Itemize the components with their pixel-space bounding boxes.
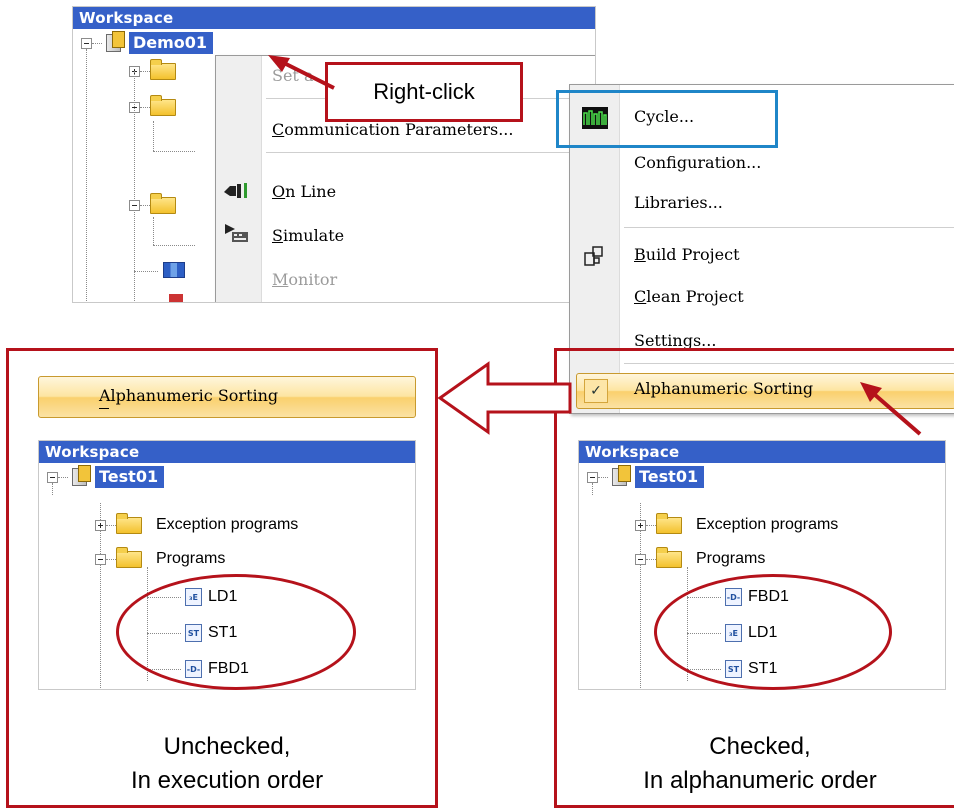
- expand-icon[interactable]: [95, 519, 106, 531]
- online-icon: [222, 180, 252, 200]
- menu-item-on-line[interactable]: On Line: [272, 182, 336, 201]
- comparison-arrow: [437, 361, 572, 435]
- folder-icon: [150, 58, 176, 80]
- menu-item-clean-project[interactable]: Clean Project: [634, 287, 744, 306]
- collapse-icon[interactable]: [635, 553, 646, 565]
- menu-item-build-project[interactable]: Build Project: [634, 245, 740, 264]
- folder-label: Exception programs: [696, 516, 839, 533]
- project-node[interactable]: Test01: [47, 465, 165, 489]
- project-name: Test01: [95, 466, 165, 488]
- project-name: Demo01: [129, 32, 214, 54]
- folder-node[interactable]: [129, 192, 176, 217]
- folder-icon: [116, 546, 142, 568]
- project-name: Test01: [635, 466, 705, 488]
- caption-line-2: In alphanumeric order: [643, 767, 877, 794]
- caption-line-1: Checked,: [709, 733, 811, 760]
- simulate-icon: [222, 222, 252, 244]
- caption-line-2: In execution order: [130, 767, 324, 794]
- folder-icon: [656, 512, 682, 534]
- checked-order-highlight: [654, 574, 892, 690]
- binding-icon: [163, 262, 185, 278]
- folder-node[interactable]: [129, 94, 176, 119]
- unchecked-caption: Unchecked, In execution order: [40, 730, 414, 798]
- alphanumeric-sorting-button[interactable]: Alphanumeric Sorting: [38, 376, 416, 418]
- folder-node-programs[interactable]: Programs: [95, 546, 226, 571]
- folder-node-programs[interactable]: Programs: [635, 546, 766, 571]
- collapse-icon[interactable]: [129, 199, 140, 211]
- expand-icon[interactable]: [635, 519, 646, 531]
- unchecked-order-highlight: [116, 574, 356, 690]
- variables-icon: [169, 294, 183, 302]
- menu-item-monitor[interactable]: Monitor: [272, 270, 337, 289]
- project-icon: [106, 31, 125, 52]
- caption-line-1: Unchecked,: [163, 733, 291, 760]
- collapse-icon[interactable]: [95, 553, 106, 565]
- checked-caption: Checked, In alphanumeric order: [570, 730, 950, 798]
- menu-item-configuration[interactable]: Configuration...: [634, 153, 761, 172]
- callout-arrow: [268, 55, 335, 90]
- build-icon: [582, 245, 606, 269]
- folder-node-exception[interactable]: Exception programs: [95, 512, 299, 537]
- folder-icon: [656, 546, 682, 568]
- project-icon: [72, 465, 91, 486]
- folder-label: Programs: [696, 550, 766, 567]
- menu-item-simulate[interactable]: Simulate: [272, 226, 344, 245]
- folder-label: Exception programs: [156, 516, 299, 533]
- folder-label: Programs: [156, 550, 226, 567]
- folder-icon: [116, 512, 142, 534]
- project-icon: [612, 465, 631, 486]
- alphanumeric-sorting-label: Alphanumeric Sorting: [99, 386, 279, 405]
- workspace-header: Workspace: [73, 7, 595, 29]
- menu-item-libraries[interactable]: Libraries...: [634, 193, 723, 212]
- collapse-icon[interactable]: [47, 471, 58, 483]
- project-node[interactable]: Demo01: [81, 31, 214, 55]
- collapse-icon[interactable]: [587, 471, 598, 483]
- folder-icon: [150, 94, 176, 116]
- collapse-icon[interactable]: [81, 37, 92, 49]
- menu-item-communication-parameters[interactable]: Communication Parameters...: [272, 120, 513, 139]
- folder-node[interactable]: [129, 58, 176, 83]
- right-click-callout: Right-click: [325, 62, 523, 122]
- project-node[interactable]: Test01: [587, 465, 705, 489]
- folder-node-exception[interactable]: Exception programs: [635, 512, 839, 537]
- workspace-header: Workspace: [39, 441, 415, 463]
- folder-icon: [150, 192, 176, 214]
- workspace-header: Workspace: [579, 441, 945, 463]
- cycle-highlight-frame: [556, 90, 778, 148]
